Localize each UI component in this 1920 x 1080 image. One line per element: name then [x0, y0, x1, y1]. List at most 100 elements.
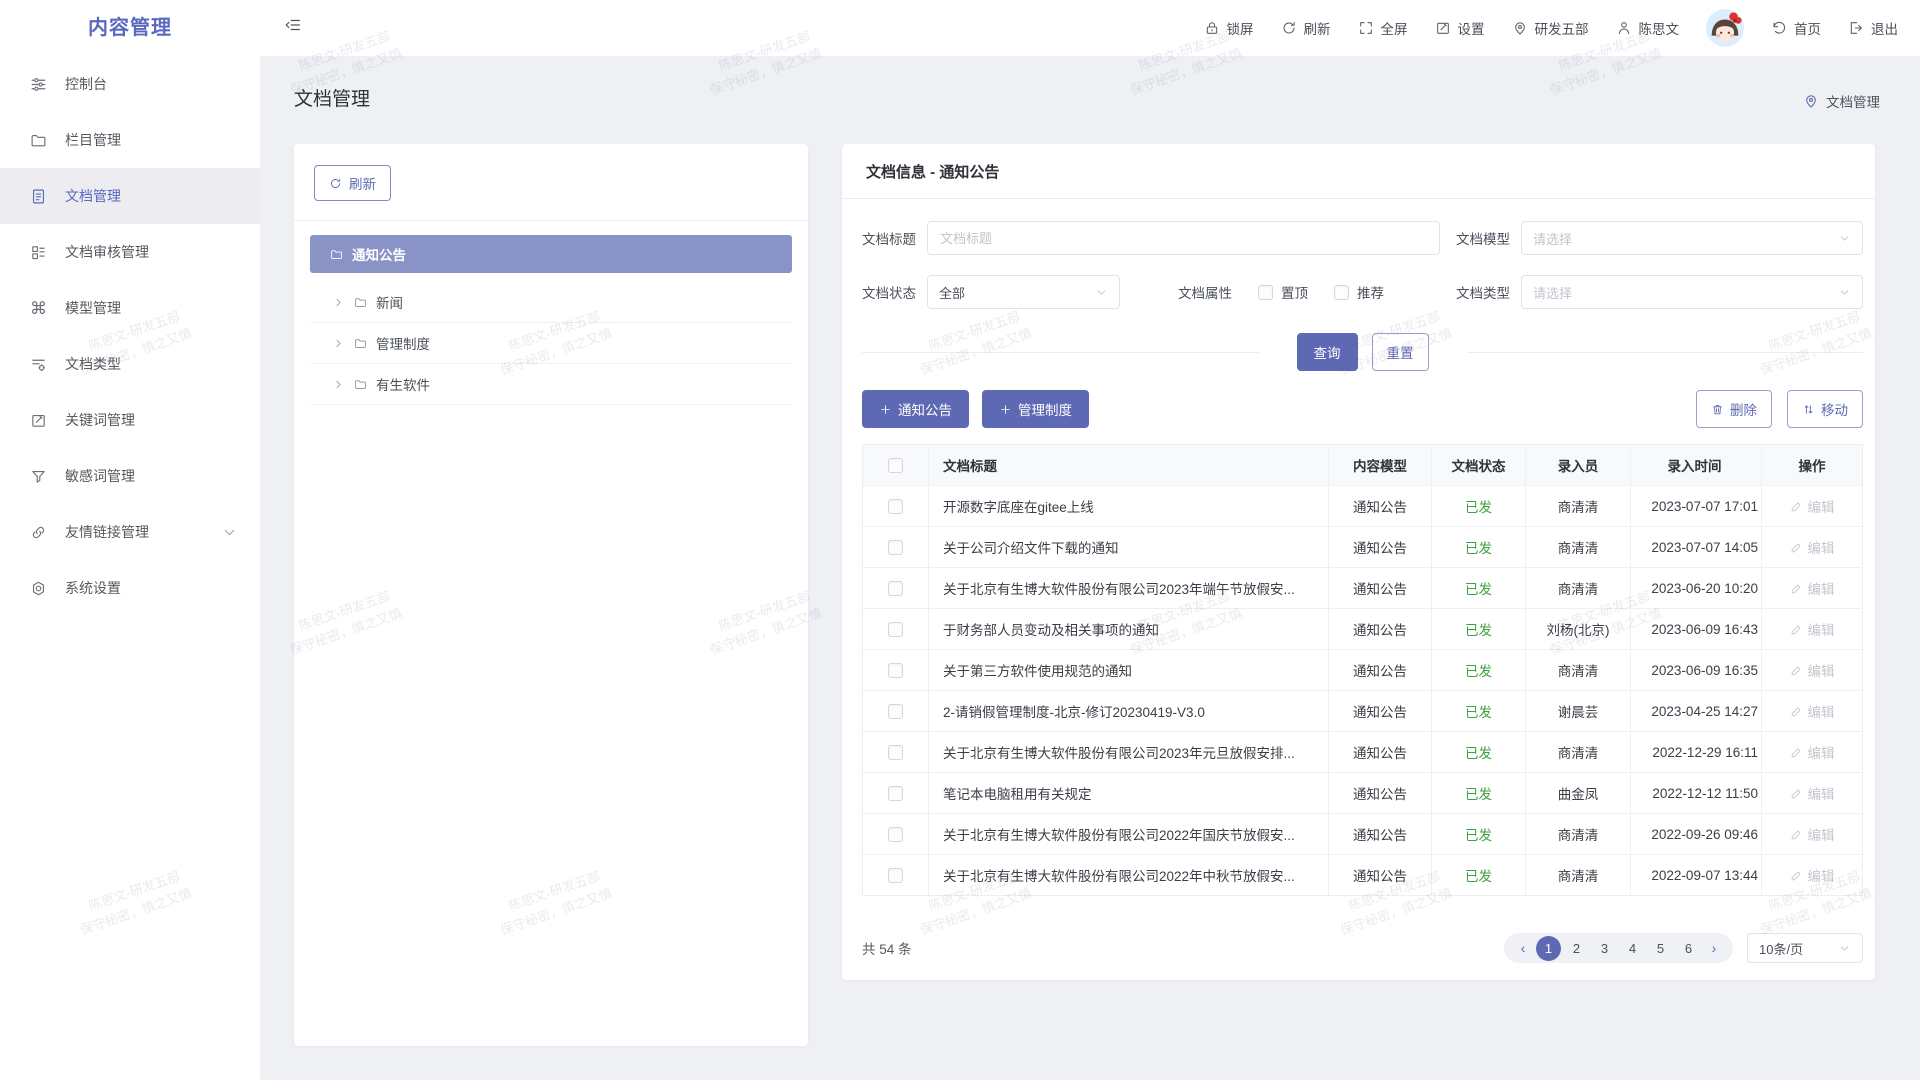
link-icon: [30, 524, 47, 541]
cell-title: 关于北京有生博大软件股份有限公司2023年元旦放假安排...: [929, 731, 1329, 772]
lock-screen-button[interactable]: 锁屏: [1204, 18, 1254, 38]
row-checkbox[interactable]: [888, 499, 903, 514]
reset-button[interactable]: 重置: [1372, 333, 1429, 371]
row-checkbox[interactable]: [888, 704, 903, 719]
document-panel: 文档信息 - 通知公告 文档标题 文档模型 请选择 文档状态 全部: [842, 144, 1875, 980]
lock-icon: [1204, 20, 1220, 36]
row-checkbox[interactable]: [888, 663, 903, 678]
sidebar-item-friend-links[interactable]: 友情链接管理: [0, 504, 260, 560]
folder-icon: [330, 248, 343, 261]
cell-editor: 谢晨芸: [1526, 690, 1631, 731]
cell-editor: 商清清: [1526, 485, 1631, 526]
cell-operations: 编辑: [1762, 854, 1862, 895]
cell-time: 2022-09-07 13:44: [1631, 854, 1762, 895]
row-checkbox[interactable]: [888, 581, 903, 596]
move-button[interactable]: 移动: [1787, 390, 1863, 428]
sidebar-item-system-settings[interactable]: 系统设置: [0, 560, 260, 616]
sidebar-nav: 控制台 栏目管理 文档管理 文档审核管理 ⌘模型管理 文档类型 关键词管理 敏感…: [0, 56, 260, 1080]
app-logo: 内容管理: [0, 0, 260, 56]
sidebar-item-console[interactable]: 控制台: [0, 56, 260, 112]
row-checkbox[interactable]: [888, 622, 903, 637]
cell-operations: 编辑: [1762, 731, 1862, 772]
row-checkbox[interactable]: [888, 827, 903, 842]
sidebar-item-sensitive-words[interactable]: 敏感词管理: [0, 448, 260, 504]
delete-button[interactable]: 删除: [1696, 390, 1772, 428]
sidebar-item-keywords[interactable]: 关键词管理: [0, 392, 260, 448]
doc-status-select[interactable]: 全部: [927, 275, 1120, 309]
tree-node[interactable]: 新闻: [310, 282, 792, 323]
checkbox[interactable]: [1258, 285, 1273, 300]
cell-editor: 商清清: [1526, 567, 1631, 608]
select-all-checkbox[interactable]: [888, 458, 903, 473]
prev-page-button[interactable]: ‹: [1513, 940, 1533, 956]
cell-status: 已发: [1432, 649, 1526, 690]
settings-button[interactable]: 设置: [1435, 18, 1485, 38]
edit-button[interactable]: 编辑: [1790, 701, 1835, 721]
row-checkbox[interactable]: [888, 868, 903, 883]
avatar[interactable]: [1706, 9, 1744, 47]
cell-title: 关于第三方软件使用规范的通知: [929, 649, 1329, 690]
add-rule-button[interactable]: 管理制度: [982, 390, 1089, 428]
page-button-1[interactable]: 1: [1536, 936, 1561, 961]
tree-node[interactable]: 有生软件: [310, 364, 792, 405]
page-size-select[interactable]: 10条/页: [1747, 933, 1863, 963]
page-button-2[interactable]: 2: [1564, 936, 1589, 961]
edit-button[interactable]: 编辑: [1790, 496, 1835, 516]
table-body: 开源数字底座在gitee上线 通知公告 已发 商清清 2023-07-07 17…: [863, 485, 1862, 895]
tree-node-selected[interactable]: 通知公告: [310, 235, 792, 273]
add-notice-button[interactable]: 通知公告: [862, 390, 969, 428]
cell-editor: 商清清: [1526, 649, 1631, 690]
doc-model-select[interactable]: 请选择: [1521, 221, 1863, 255]
sidebar-item-doc-types[interactable]: 文档类型: [0, 336, 260, 392]
edit-button[interactable]: 编辑: [1790, 824, 1835, 844]
page-button-6[interactable]: 6: [1676, 936, 1701, 961]
row-checkbox[interactable]: [888, 786, 903, 801]
row-checkbox[interactable]: [888, 540, 903, 555]
cell-title: 2-请销假管理制度-北京-修订20230419-V3.0: [929, 690, 1329, 731]
sidebar-item-models[interactable]: ⌘模型管理: [0, 280, 260, 336]
edit-button[interactable]: 编辑: [1790, 578, 1835, 598]
tree-node[interactable]: 管理制度: [310, 323, 792, 364]
home-button[interactable]: 首页: [1771, 18, 1821, 38]
sidebar-collapse-button[interactable]: [284, 16, 302, 39]
row-checkbox[interactable]: [888, 745, 903, 760]
edit-button[interactable]: 编辑: [1790, 742, 1835, 762]
page-button-5[interactable]: 5: [1648, 936, 1673, 961]
doc-status-label: 文档状态: [862, 282, 916, 302]
doc-type-select[interactable]: 请选择: [1521, 275, 1863, 309]
attr-recommend-checkbox[interactable]: 推荐: [1334, 282, 1384, 302]
page-button-3[interactable]: 3: [1592, 936, 1617, 961]
move-arrows-icon: [1802, 403, 1815, 416]
user-button[interactable]: 陈思文: [1616, 18, 1680, 38]
pencil-icon: [1790, 500, 1803, 513]
checkbox[interactable]: [1334, 285, 1349, 300]
edit-button[interactable]: 编辑: [1790, 660, 1835, 680]
cell-time: 2022-09-26 09:46: [1631, 813, 1762, 854]
status-badge: 已发: [1465, 660, 1492, 680]
refresh-icon: [1281, 20, 1297, 36]
edit-button[interactable]: 编辑: [1790, 783, 1835, 803]
status-badge: 已发: [1465, 865, 1492, 885]
refresh-button[interactable]: 刷新: [1281, 18, 1331, 38]
page-button-4[interactable]: 4: [1620, 936, 1645, 961]
search-button[interactable]: 查询: [1297, 333, 1358, 371]
fullscreen-button[interactable]: 全屏: [1358, 18, 1408, 38]
edit-square-icon: [1435, 20, 1451, 36]
edit-button[interactable]: 编辑: [1790, 537, 1835, 557]
sidebar-item-columns[interactable]: 栏目管理: [0, 112, 260, 168]
tree-refresh-button[interactable]: 刷新: [314, 165, 391, 201]
department-button[interactable]: 研发五部: [1512, 18, 1589, 38]
divider: [862, 352, 1259, 353]
doc-attr-group: 文档属性 置顶 推荐: [1178, 282, 1384, 302]
next-page-button[interactable]: ›: [1704, 940, 1724, 956]
chevron-right-icon: [332, 337, 345, 350]
doc-title-input[interactable]: [927, 221, 1440, 255]
sidebar-item-documents[interactable]: 文档管理: [0, 168, 260, 224]
attr-top-checkbox[interactable]: 置顶: [1258, 282, 1308, 302]
table-row: 关于公司介绍文件下载的通知 通知公告 已发 商清清 2023-07-07 14:…: [863, 526, 1862, 567]
edit-button[interactable]: 编辑: [1790, 619, 1835, 639]
cell-model: 通知公告: [1329, 813, 1432, 854]
edit-button[interactable]: 编辑: [1790, 865, 1835, 885]
sidebar-item-doc-audit[interactable]: 文档审核管理: [0, 224, 260, 280]
logout-button[interactable]: 退出: [1848, 18, 1898, 38]
